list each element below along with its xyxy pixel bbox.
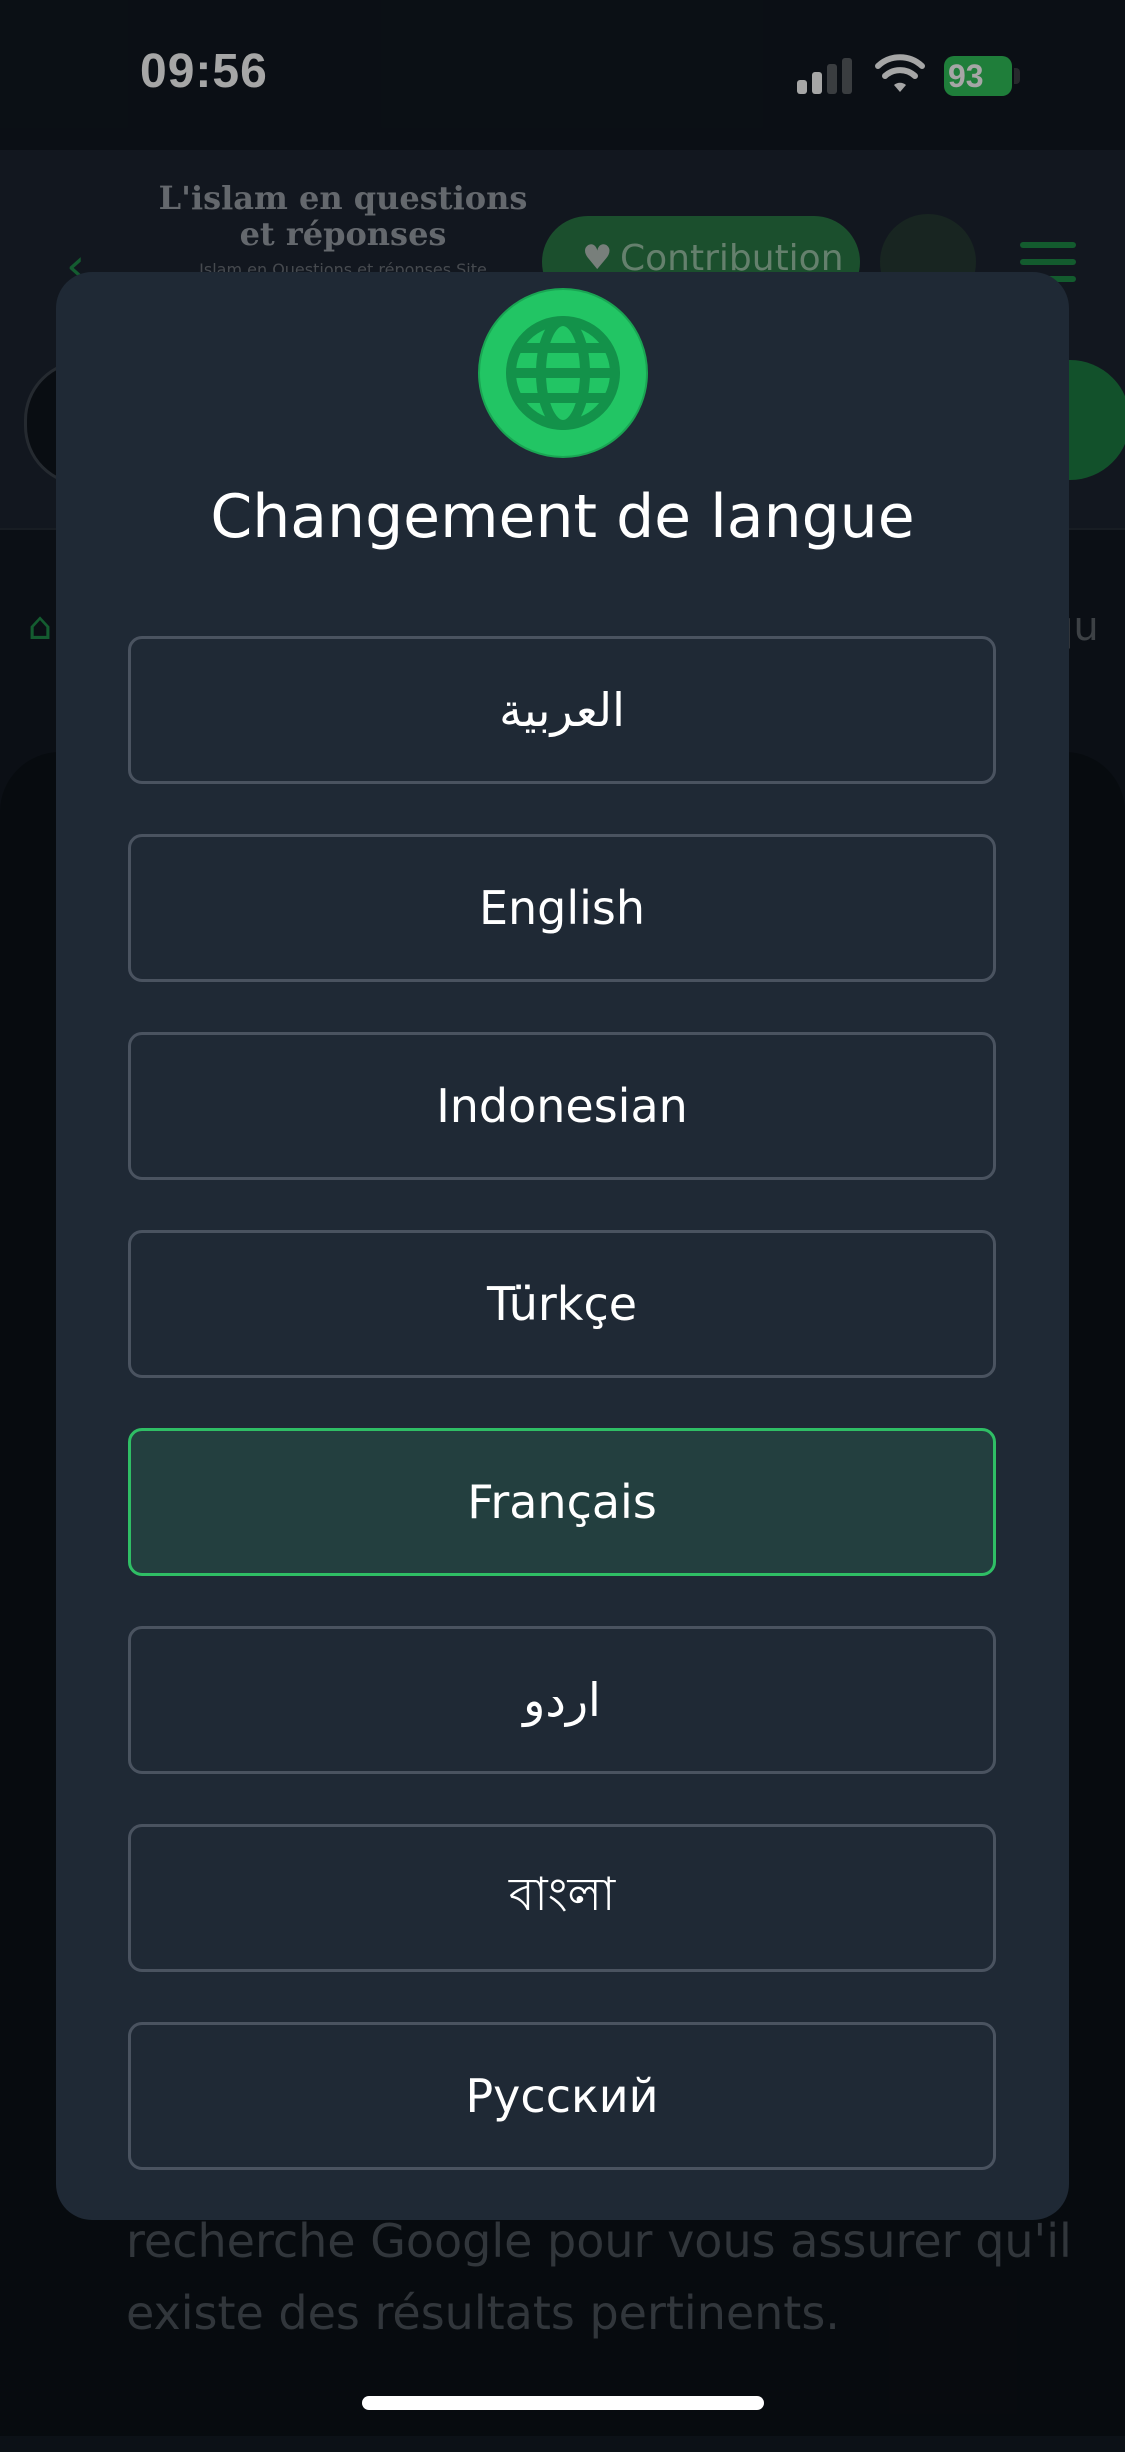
language-option-french[interactable]: Français (128, 1428, 996, 1576)
modal-title: Changement de langue (210, 482, 915, 552)
language-option-turkish[interactable]: Türkçe (128, 1230, 996, 1378)
language-option-bengali[interactable]: বাংলা (128, 1824, 996, 1972)
language-option-english[interactable]: English (128, 834, 996, 982)
language-modal: Changement de langue العربية English Ind… (56, 272, 1069, 2220)
globe-icon (478, 288, 648, 458)
language-option-arabic[interactable]: العربية (128, 636, 996, 784)
language-option-russian[interactable]: Русский (128, 2022, 996, 2170)
language-option-urdu[interactable]: اردو (128, 1626, 996, 1774)
language-option-indonesian[interactable]: Indonesian (128, 1032, 996, 1180)
home-indicator[interactable] (362, 2396, 764, 2410)
